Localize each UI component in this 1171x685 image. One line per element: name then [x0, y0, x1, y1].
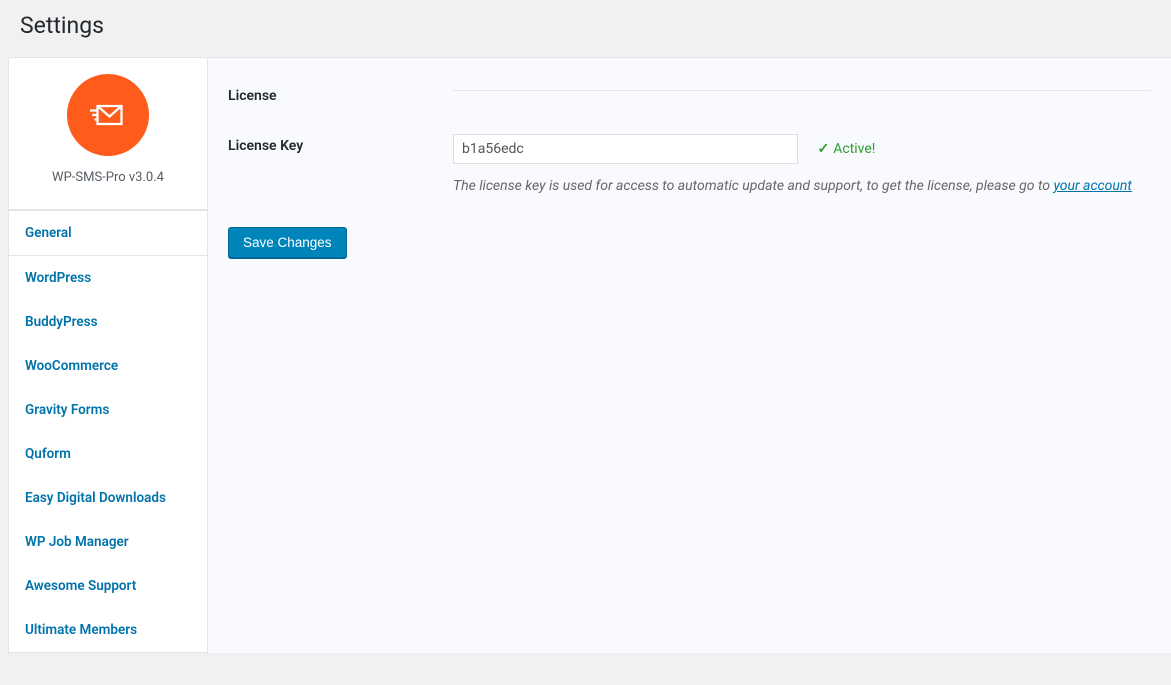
section-heading: License — [228, 84, 453, 104]
tab-ultimate-members[interactable]: Ultimate Members — [9, 608, 207, 652]
license-help-prefix: The license key is used for access to au… — [453, 178, 1053, 194]
main-wrapper: WP-SMS-Pro v3.0.4 General WordPress Budd… — [0, 57, 1171, 653]
section-divider — [453, 90, 1151, 91]
section-divider-wrap — [453, 84, 1151, 91]
tab-wp-job-manager[interactable]: WP Job Manager — [9, 520, 207, 564]
plugin-card: WP-SMS-Pro v3.0.4 — [8, 57, 208, 210]
tab-quform[interactable]: Quform — [9, 432, 207, 476]
save-changes-button[interactable]: Save Changes — [228, 227, 347, 258]
your-account-link[interactable]: your account — [1053, 178, 1131, 194]
tab-wordpress[interactable]: WordPress — [9, 256, 207, 300]
tab-buddypress[interactable]: BuddyPress — [9, 300, 207, 344]
license-key-label: License Key — [228, 134, 453, 154]
page-header: Settings — [0, 0, 1171, 57]
tab-awesome-support[interactable]: Awesome Support — [9, 564, 207, 608]
section-license-row: License — [228, 84, 1151, 104]
tab-general[interactable]: General — [9, 210, 207, 256]
license-key-row: License Key Active! The license key is u… — [228, 134, 1151, 197]
license-status-active: Active! — [817, 141, 875, 157]
license-help-text: The license key is used for access to au… — [453, 176, 1151, 197]
form-table: License License Key Active! The license … — [228, 84, 1151, 258]
settings-content: License License Key Active! The license … — [208, 57, 1171, 653]
submit-row: Save Changes — [228, 227, 1151, 258]
sidebar: WP-SMS-Pro v3.0.4 General WordPress Budd… — [8, 57, 208, 653]
plugin-name: WP-SMS-Pro v3.0.4 — [19, 170, 197, 185]
settings-tabs: General WordPress BuddyPress WooCommerce… — [8, 210, 208, 653]
license-key-field: Active! The license key is used for acce… — [453, 134, 1151, 197]
tab-easy-digital-downloads[interactable]: Easy Digital Downloads — [9, 476, 207, 520]
page-title: Settings — [20, 12, 1151, 39]
tab-gravity-forms[interactable]: Gravity Forms — [9, 388, 207, 432]
tab-woocommerce[interactable]: WooCommerce — [9, 344, 207, 388]
plugin-sms-icon — [67, 74, 149, 156]
license-key-input[interactable] — [453, 134, 798, 164]
